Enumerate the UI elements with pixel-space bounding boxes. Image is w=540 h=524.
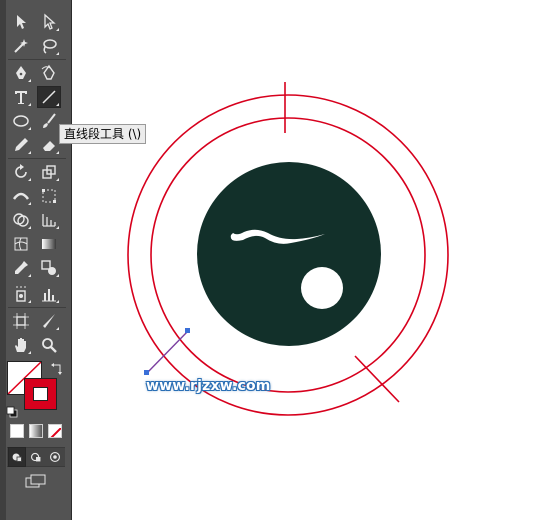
eraser-tool-icon[interactable] bbox=[38, 135, 60, 155]
none-mode-button[interactable] bbox=[48, 424, 62, 438]
ellipse-tool-icon[interactable] bbox=[10, 111, 32, 131]
stroke-swatch-hole bbox=[33, 387, 48, 401]
symbol-sprayer-tool-icon[interactable] bbox=[10, 284, 32, 304]
perspective-grid-tool-icon[interactable] bbox=[38, 210, 60, 230]
paintbrush-tool-icon[interactable] bbox=[38, 111, 60, 131]
selection-tool-icon[interactable] bbox=[10, 12, 32, 32]
pencil-tool-icon[interactable] bbox=[10, 135, 32, 155]
stroke-swatch[interactable] bbox=[24, 378, 57, 410]
artboard-canvas[interactable] bbox=[73, 0, 540, 520]
screen-mode-icon[interactable] bbox=[25, 473, 47, 489]
shape-builder-tool-icon[interactable] bbox=[10, 210, 32, 230]
gradient-tool-icon[interactable] bbox=[38, 234, 60, 254]
hand-tool-icon[interactable] bbox=[10, 335, 32, 355]
lasso-tool-icon[interactable] bbox=[38, 36, 60, 56]
anchor-point-start[interactable] bbox=[185, 328, 190, 333]
white-dot[interactable] bbox=[301, 267, 343, 309]
eyedropper-tool-icon[interactable] bbox=[10, 258, 32, 278]
curvature-tool-icon[interactable] bbox=[38, 63, 60, 83]
anchor-point-end[interactable] bbox=[144, 370, 149, 375]
slice-tool-icon[interactable] bbox=[38, 311, 60, 331]
magic-wand-tool-icon[interactable] bbox=[10, 36, 32, 56]
zoom-tool-icon[interactable] bbox=[38, 335, 60, 355]
draw-normal-icon[interactable] bbox=[8, 447, 26, 467]
artboard-tool-icon[interactable] bbox=[10, 311, 32, 331]
default-fill-stroke-icon[interactable] bbox=[6, 403, 18, 418]
color-mode-button[interactable] bbox=[10, 424, 24, 438]
bottom-right-tick-line[interactable] bbox=[354, 355, 400, 403]
watermark-text: www.rjzxw.com bbox=[146, 378, 271, 394]
width-tool-icon[interactable] bbox=[10, 186, 32, 206]
blend-tool-icon[interactable] bbox=[38, 258, 60, 278]
gradient-mode-button[interactable] bbox=[29, 424, 43, 438]
pen-tool-icon[interactable] bbox=[10, 63, 32, 83]
drawn-line-segment[interactable] bbox=[146, 330, 189, 374]
draw-inside-icon[interactable] bbox=[47, 448, 63, 466]
draw-behind-icon[interactable] bbox=[28, 448, 44, 466]
rotate-tool-icon[interactable] bbox=[10, 162, 32, 182]
tool-tooltip: 直线段工具 (\) bbox=[59, 124, 147, 144]
type-tool-icon[interactable] bbox=[10, 87, 32, 107]
line-segment-tool-icon[interactable] bbox=[37, 86, 61, 108]
scale-tool-icon[interactable] bbox=[38, 162, 60, 182]
free-transform-tool-icon[interactable] bbox=[38, 186, 60, 206]
mesh-tool-icon[interactable] bbox=[10, 234, 32, 254]
direct-selection-tool-icon[interactable] bbox=[38, 12, 60, 32]
tools-panel bbox=[0, 0, 72, 520]
swap-fill-stroke-icon[interactable] bbox=[50, 361, 64, 375]
column-graph-tool-icon[interactable] bbox=[38, 284, 60, 304]
dark-disk[interactable] bbox=[197, 162, 381, 346]
tools-panel-border bbox=[71, 0, 72, 520]
artwork[interactable] bbox=[73, 0, 540, 520]
tools-panel-grip[interactable] bbox=[0, 0, 6, 520]
draw-modes-bar bbox=[7, 447, 65, 467]
none-slash-icon bbox=[50, 427, 61, 437]
